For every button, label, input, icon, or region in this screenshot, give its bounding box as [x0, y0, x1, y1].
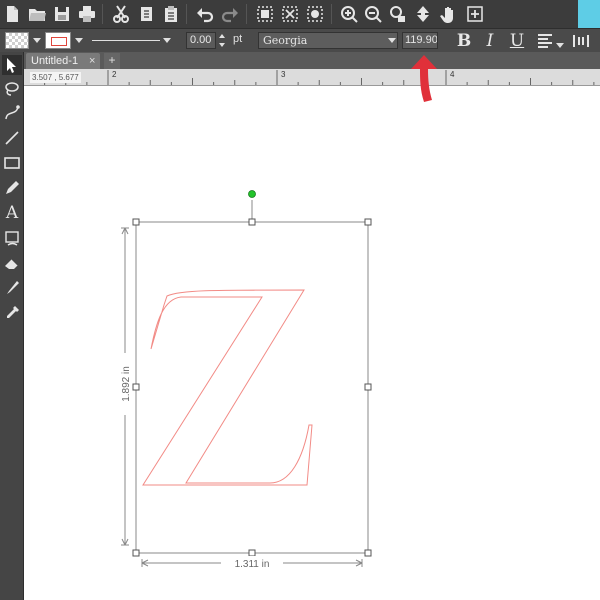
- document-tab-bar: Untitled-1 × +: [24, 52, 600, 69]
- line-style-select[interactable]: [86, 32, 174, 49]
- width-dimension-label: 1.311 in: [235, 559, 270, 570]
- cursor-coordinates: 3.507 , 5.677: [30, 72, 81, 83]
- eraser-tool-icon[interactable]: [2, 253, 22, 273]
- eyedropper-tool-icon[interactable]: [2, 303, 22, 323]
- stroke-unit-label: pt: [233, 33, 243, 45]
- copy-icon[interactable]: [135, 3, 157, 25]
- ruler-ticks: [44, 70, 595, 85]
- trace-icon[interactable]: [304, 3, 326, 25]
- properties-bar: 0.00 pt Georgia 119.90 B I U: [0, 28, 600, 52]
- italic-button[interactable]: I: [480, 31, 500, 51]
- fill-color-swatch[interactable]: [5, 32, 29, 49]
- tool-panel: A: [0, 52, 24, 600]
- pencil-tool-icon[interactable]: [2, 178, 22, 198]
- cut-icon[interactable]: [110, 3, 132, 25]
- stroke-width-stepper[interactable]: [218, 33, 226, 48]
- ruler-label-4: 4: [450, 70, 455, 79]
- zoom-in-icon[interactable]: [338, 3, 360, 25]
- zoom-out-icon[interactable]: [362, 3, 384, 25]
- print-icon[interactable]: [76, 3, 98, 25]
- redo-icon[interactable]: [219, 3, 241, 25]
- ruler-label-3: 3: [281, 70, 286, 79]
- character-spacing-icon[interactable]: [570, 30, 592, 52]
- move-down-icon[interactable]: [412, 3, 434, 25]
- font-family-dropdown-icon[interactable]: [388, 38, 396, 43]
- toolbar-separator: [331, 4, 332, 24]
- glyph-z-outline[interactable]: [142, 289, 313, 486]
- app-window: 0.00 pt Georgia 119.90 B I U A Untitled-…: [0, 0, 600, 600]
- text-tool-icon[interactable]: A: [2, 203, 22, 223]
- add-frame-icon[interactable]: [464, 3, 486, 25]
- toolbar-separator: [102, 4, 103, 24]
- stroke-width-input[interactable]: 0.00: [186, 32, 216, 49]
- fill-dropdown-icon[interactable]: [33, 38, 41, 43]
- select-tool-icon[interactable]: [2, 55, 22, 75]
- horizontal-ruler: 3.507 , 5.677 2 3 4: [24, 69, 600, 86]
- new-tab-button[interactable]: +: [104, 53, 120, 69]
- tab-title: Untitled-1: [31, 55, 79, 67]
- bold-button[interactable]: B: [454, 31, 474, 51]
- font-family-select[interactable]: Georgia: [258, 32, 398, 49]
- group-icon[interactable]: [254, 3, 276, 25]
- zoom-fit-icon[interactable]: [386, 3, 408, 25]
- main-toolbar: [0, 0, 600, 28]
- accent-panel: [578, 0, 600, 28]
- open-folder-icon[interactable]: [26, 3, 48, 25]
- rotate-handle[interactable]: [248, 190, 256, 198]
- height-dimension-label: 1.892 in: [121, 366, 132, 402]
- ruler-label-2: 2: [112, 70, 117, 79]
- new-document-icon[interactable]: [1, 3, 23, 25]
- stroke-color-swatch[interactable]: [45, 32, 71, 49]
- annotation-arrow-icon: [411, 55, 437, 102]
- handle-top-middle[interactable]: [248, 218, 256, 226]
- ungroup-icon[interactable]: [279, 3, 301, 25]
- pan-hand-icon[interactable]: [438, 3, 460, 25]
- canvas-artwork: 1.892 in 1.311 in: [119, 190, 372, 570]
- toolbar-separator: [186, 4, 187, 24]
- handle-bottom-left[interactable]: [132, 549, 140, 557]
- paste-icon[interactable]: [160, 3, 182, 25]
- handle-middle-right[interactable]: [364, 383, 372, 391]
- knife-tool-icon[interactable]: [2, 278, 22, 298]
- handle-top-left[interactable]: [132, 218, 140, 226]
- drawing-canvas[interactable]: 1.892 in 1.311 in: [25, 87, 600, 600]
- underline-button[interactable]: U: [507, 31, 527, 51]
- bezier-tool-icon[interactable]: [2, 103, 22, 123]
- align-text-icon[interactable]: [534, 30, 556, 52]
- tab-untitled-1[interactable]: Untitled-1 ×: [26, 53, 100, 69]
- text-on-path-tool-icon[interactable]: [2, 228, 22, 248]
- save-icon[interactable]: [51, 3, 73, 25]
- handle-middle-left[interactable]: [132, 383, 140, 391]
- lasso-tool-icon[interactable]: [2, 79, 22, 99]
- align-dropdown-icon[interactable]: [556, 43, 564, 48]
- handle-top-right[interactable]: [364, 218, 372, 226]
- undo-icon[interactable]: [194, 3, 216, 25]
- tab-close-icon[interactable]: ×: [89, 53, 95, 69]
- line-tool-icon[interactable]: [2, 128, 22, 148]
- rectangle-tool-icon[interactable]: [2, 153, 22, 173]
- handle-bottom-right[interactable]: [364, 549, 372, 557]
- line-style-dropdown-icon[interactable]: [163, 38, 171, 43]
- handle-bottom-middle[interactable]: [248, 549, 256, 557]
- font-size-input[interactable]: 119.90: [402, 32, 438, 49]
- line-style-preview: [92, 40, 160, 41]
- stroke-dropdown-icon[interactable]: [75, 38, 83, 43]
- toolbar-separator: [246, 4, 247, 24]
